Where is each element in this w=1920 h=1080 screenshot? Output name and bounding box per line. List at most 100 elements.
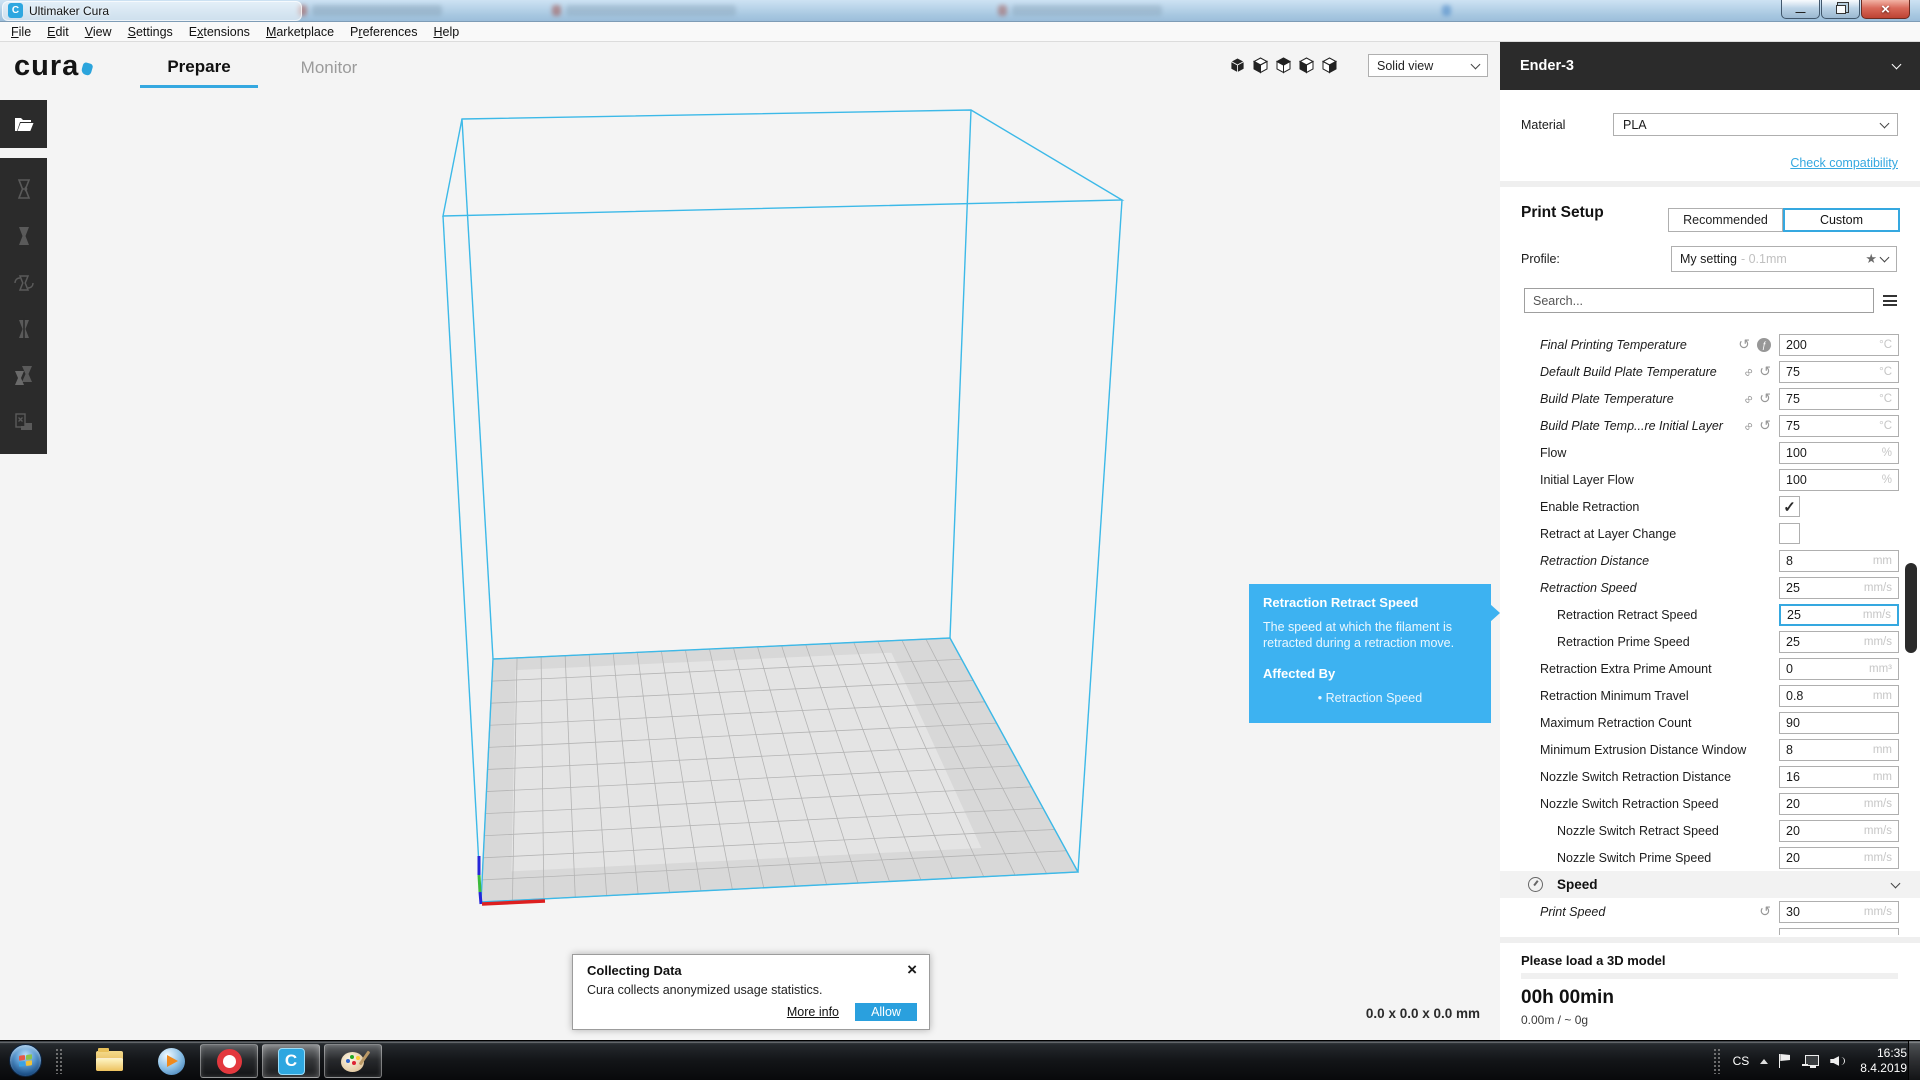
setting-visibility-menu-icon[interactable] (1883, 295, 1897, 306)
menu-marketplace[interactable]: Marketplace (258, 25, 342, 39)
more-info-link[interactable]: More info (787, 1005, 839, 1019)
setting-value-field[interactable]: 90 (1779, 712, 1899, 734)
profile-dropdown[interactable]: My setting - 0.1mm (1671, 246, 1897, 272)
setting-row[interactable]: Nozzle Switch Prime Speed20mm/s (1500, 844, 1920, 871)
menu-extensions[interactable]: Extensions (181, 25, 258, 39)
speed-section-header[interactable]: Speed (1500, 871, 1920, 898)
setting-value-field[interactable]: 75°C (1779, 415, 1899, 437)
menu-help[interactable]: Help (425, 25, 467, 39)
start-button[interactable] (9, 1044, 42, 1077)
taskbar-explorer-button[interactable] (80, 1044, 138, 1078)
setting-checkbox[interactable] (1779, 496, 1800, 517)
link-icon[interactable] (1740, 364, 1756, 380)
function-icon[interactable] (1757, 338, 1771, 352)
setting-row[interactable]: Default Build Plate Temperature75°C (1500, 358, 1920, 385)
setting-row[interactable]: Minimum Extrusion Distance Window8mm (1500, 736, 1920, 763)
setting-value-field[interactable]: 100% (1779, 469, 1899, 491)
view-top-icon[interactable] (1275, 57, 1292, 74)
setting-search-input[interactable] (1524, 288, 1874, 313)
setting-row[interactable]: Final Printing Temperature200°C (1500, 331, 1920, 358)
setting-value-field[interactable]: 0.8mm (1779, 685, 1899, 707)
setting-value-field[interactable]: 75°C (1779, 361, 1899, 383)
reset-icon[interactable] (1759, 903, 1771, 920)
setting-row-hovered[interactable]: Retraction Retract Speed25mm/s (1500, 601, 1920, 628)
settings-scrollbar[interactable] (1905, 563, 1917, 653)
setting-value-field[interactable]: 25mm/s (1779, 577, 1899, 599)
setting-row[interactable]: Print Speed30mm/s (1500, 898, 1920, 925)
setting-value-field[interactable]: 20mm/s (1779, 820, 1899, 842)
setting-row[interactable]: Retraction Distance8mm (1500, 547, 1920, 574)
title-bar[interactable]: Ultimaker Cura (0, 0, 1920, 22)
setting-value-field[interactable]: 25mm/s (1779, 631, 1899, 653)
setting-value-field[interactable]: 16mm (1779, 766, 1899, 788)
reset-icon[interactable] (1759, 390, 1771, 407)
machine-selector[interactable]: Ender-3 (1500, 42, 1920, 90)
taskbar-paint-button[interactable] (324, 1044, 382, 1078)
view-right-icon[interactable] (1321, 57, 1338, 74)
view-3d-icon[interactable] (1229, 57, 1246, 74)
material-dropdown[interactable]: PLA (1613, 113, 1898, 136)
link-icon[interactable] (1740, 418, 1756, 434)
taskbar-cura-button[interactable] (262, 1044, 320, 1078)
setting-value-field[interactable]: 8mm (1779, 739, 1899, 761)
setting-value-field[interactable]: 25mm/s (1779, 604, 1899, 626)
setting-value-field[interactable]: 20mm/s (1779, 793, 1899, 815)
reset-icon[interactable] (1759, 363, 1771, 380)
setting-checkbox[interactable] (1779, 523, 1800, 544)
custom-mode-button[interactable]: Custom (1783, 208, 1900, 232)
setting-row[interactable]: Flow100% (1500, 439, 1920, 466)
setting-row[interactable]: Nozzle Switch Retraction Speed20mm/s (1500, 790, 1920, 817)
setting-row[interactable]: Build Plate Temp...re Initial Layer75°C (1500, 412, 1920, 439)
setting-row[interactable]: Retract at Layer Change (1500, 520, 1920, 547)
setting-value-field[interactable]: 100% (1779, 442, 1899, 464)
setting-row[interactable]: Enable Retraction (1500, 493, 1920, 520)
language-indicator[interactable]: CS (1733, 1054, 1750, 1068)
setting-value-field[interactable]: 20mm/s (1779, 847, 1899, 869)
taskbar-opera-button[interactable] (200, 1044, 258, 1078)
tab-prepare[interactable]: Prepare (140, 48, 258, 88)
minimize-button[interactable] (1781, 0, 1820, 19)
setting-row[interactable]: Build Plate Temperature75°C (1500, 385, 1920, 412)
setting-row[interactable]: Retraction Minimum Travel0.8mm (1500, 682, 1920, 709)
setting-row[interactable]: Initial Layer Flow100% (1500, 466, 1920, 493)
view-front-icon[interactable] (1252, 57, 1269, 74)
star-icon[interactable] (1865, 251, 1877, 267)
volume-icon[interactable] (1830, 1054, 1846, 1068)
network-icon[interactable] (1802, 1055, 1819, 1068)
setting-row[interactable]: Nozzle Switch Retract Speed20mm/s (1500, 817, 1920, 844)
menu-settings[interactable]: Settings (120, 25, 181, 39)
close-icon[interactable] (907, 961, 917, 978)
action-center-flag-icon[interactable] (1779, 1054, 1791, 1068)
view-mode-dropdown[interactable]: Solid view (1368, 54, 1488, 77)
tab-monitor[interactable]: Monitor (283, 48, 375, 88)
setting-value-field[interactable]: 8mm (1779, 550, 1899, 572)
menu-edit[interactable]: Edit (39, 25, 77, 39)
clock[interactable]: 16:35 8.4.2019 (1860, 1046, 1907, 1076)
viewport-canvas[interactable] (0, 90, 1500, 1040)
taskbar-media-player-button[interactable] (142, 1044, 200, 1078)
recommended-mode-button[interactable]: Recommended (1668, 208, 1783, 232)
toolbar-grip[interactable] (1713, 1048, 1722, 1074)
menu-file[interactable]: File (3, 25, 39, 39)
show-desktop-button[interactable] (1908, 1041, 1920, 1080)
allow-button[interactable]: Allow (855, 1003, 917, 1021)
close-button[interactable] (1861, 0, 1910, 19)
setting-row[interactable]: Nozzle Switch Retraction Distance16mm (1500, 763, 1920, 790)
setting-value-field[interactable]: 0mm³ (1779, 658, 1899, 680)
setting-value-field[interactable]: 30mm/s (1779, 901, 1899, 923)
menu-preferences[interactable]: Preferences (342, 25, 425, 39)
setting-row[interactable]: Retraction Speed25mm/s (1500, 574, 1920, 601)
setting-row[interactable]: Retraction Extra Prime Amount0mm³ (1500, 655, 1920, 682)
setting-row[interactable]: Retraction Prime Speed25mm/s (1500, 628, 1920, 655)
show-hidden-icons-arrow[interactable] (1760, 1059, 1768, 1064)
setting-row[interactable]: Maximum Retraction Count90 (1500, 709, 1920, 736)
reset-icon[interactable] (1738, 336, 1750, 353)
toolbar-grip[interactable] (55, 1048, 64, 1074)
view-left-icon[interactable] (1298, 57, 1315, 74)
setting-value-field[interactable]: 75°C (1779, 388, 1899, 410)
restore-button[interactable] (1821, 0, 1860, 19)
link-icon[interactable] (1740, 391, 1756, 407)
menu-view[interactable]: View (77, 25, 120, 39)
check-compatibility-link[interactable]: Check compatibility (1790, 156, 1898, 170)
reset-icon[interactable] (1759, 417, 1771, 434)
